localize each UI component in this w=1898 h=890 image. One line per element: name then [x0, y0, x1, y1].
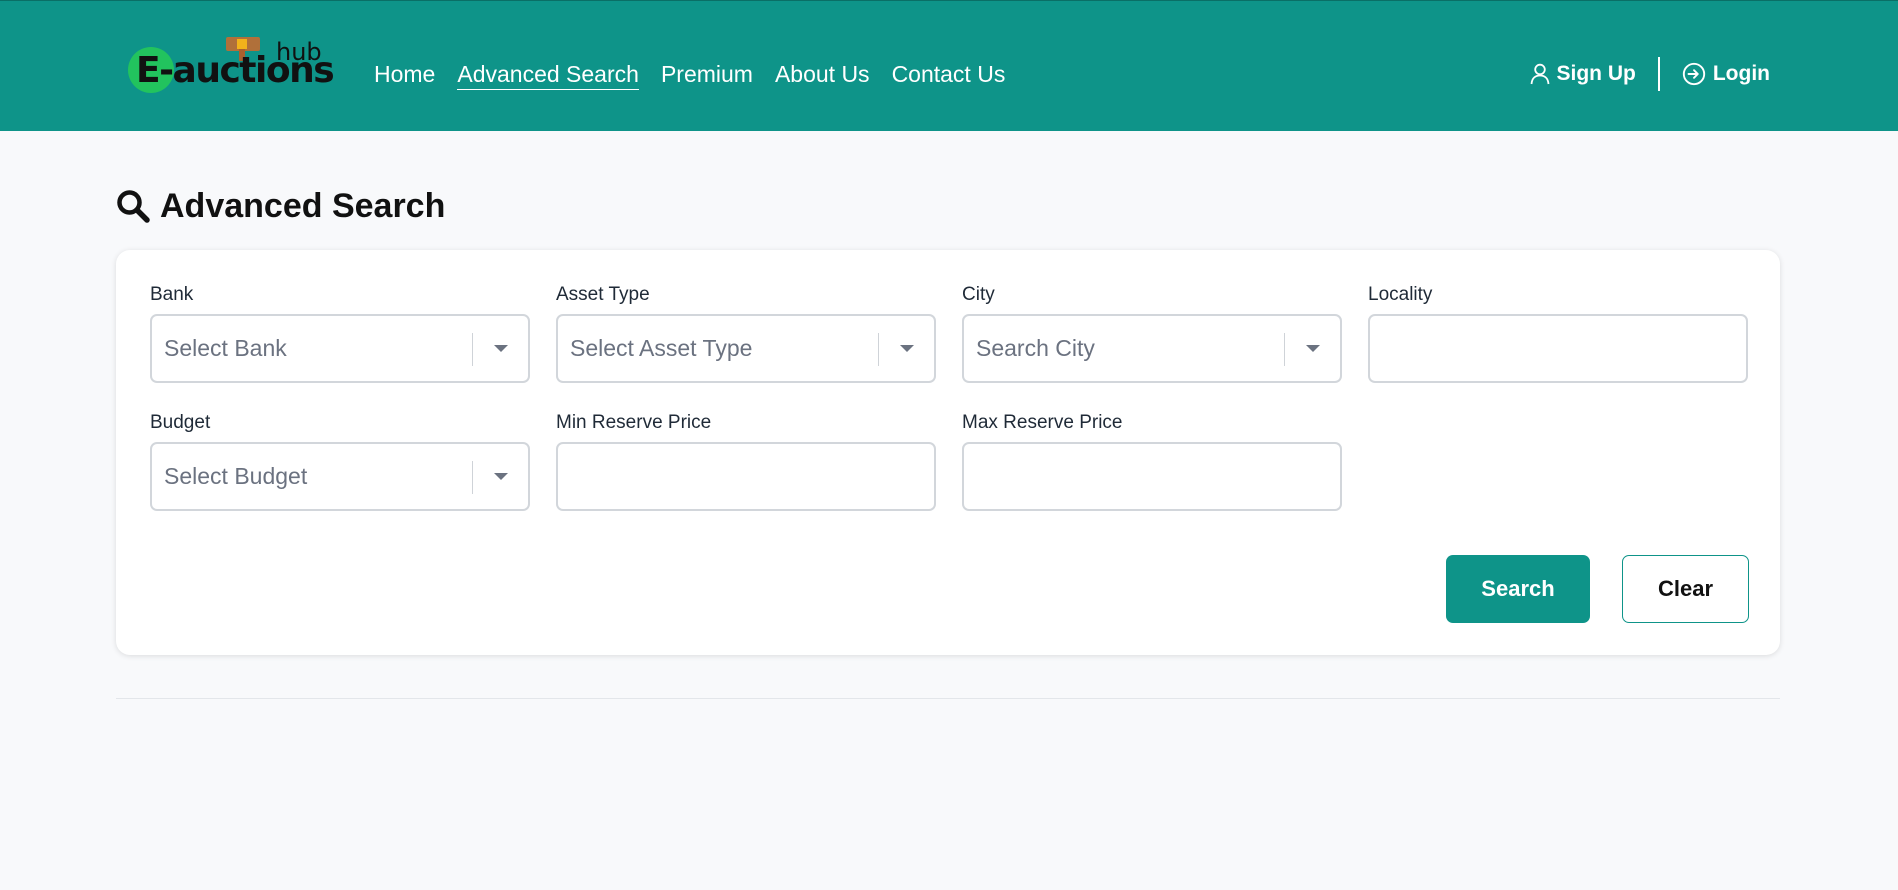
search-icon: [117, 190, 150, 223]
sign-up-label: Sign Up: [1556, 62, 1636, 85]
min-reserve-field: Min Reserve Price: [556, 412, 936, 511]
search-form-card: Bank Select Bank Asset Type Select Asset…: [116, 250, 1780, 655]
budget-field: Budget Select Budget: [150, 412, 530, 511]
bank-field: Bank Select Bank: [150, 284, 530, 383]
section-divider: [116, 698, 1780, 699]
city-field: City Search City: [962, 284, 1342, 383]
budget-placeholder: Select Budget: [164, 463, 308, 489]
chevron-down-icon[interactable]: [900, 345, 914, 352]
chevron-down-icon[interactable]: [1306, 345, 1320, 352]
nav-home[interactable]: Home: [374, 59, 435, 90]
max-reserve-field: Max Reserve Price: [962, 412, 1342, 511]
asset-type-label: Asset Type: [556, 284, 650, 305]
asset-type-field: Asset Type Select Asset Type: [556, 284, 936, 383]
login-label: Login: [1712, 62, 1770, 85]
select-divider: [1284, 333, 1285, 366]
bank-select[interactable]: Select Bank: [150, 314, 530, 383]
chevron-down-icon[interactable]: [494, 473, 508, 480]
clear-button[interactable]: Clear: [1622, 555, 1749, 623]
page-title: Advanced Search: [116, 186, 445, 226]
top-header: E-auctions hub Home Advanced Search Prem…: [0, 0, 1898, 131]
city-select[interactable]: Search City: [962, 314, 1342, 383]
min-reserve-label: Min Reserve Price: [556, 412, 712, 433]
max-reserve-input[interactable]: [962, 442, 1342, 511]
search-button[interactable]: Search: [1446, 555, 1590, 623]
page-heading: Advanced Search: [160, 187, 446, 225]
login-icon: [1682, 62, 1705, 86]
nav-about-us[interactable]: About Us: [775, 59, 870, 90]
main-nav: Home Advanced Search Premium About Us Co…: [374, 59, 1027, 90]
locality-input[interactable]: [1368, 314, 1748, 383]
locality-label: Locality: [1368, 284, 1433, 305]
bank-placeholder: Select Bank: [164, 335, 287, 361]
asset-type-select[interactable]: Select Asset Type: [556, 314, 936, 383]
nav-premium[interactable]: Premium: [661, 59, 753, 90]
login-link[interactable]: Login: [1682, 62, 1770, 86]
select-divider: [878, 333, 879, 366]
logo-sub: hub: [276, 38, 322, 66]
select-divider: [472, 333, 473, 366]
sign-up-link[interactable]: Sign Up: [1530, 62, 1636, 86]
nav-contact-us[interactable]: Contact Us: [892, 59, 1006, 90]
nav-advanced-search[interactable]: Advanced Search: [457, 59, 639, 90]
chevron-down-icon[interactable]: [494, 345, 508, 352]
auth-divider: [1657, 57, 1660, 91]
max-reserve-label: Max Reserve Price: [962, 412, 1123, 433]
select-divider: [472, 461, 473, 494]
site-logo[interactable]: E-auctions hub: [126, 35, 335, 97]
city-placeholder: Search City: [976, 335, 1095, 361]
budget-label: Budget: [150, 412, 211, 433]
locality-field: Locality: [1368, 284, 1748, 383]
bank-label: Bank: [150, 284, 194, 305]
user-icon: [1530, 63, 1549, 85]
auth-links: Sign Up Login: [1530, 57, 1770, 91]
asset-type-placeholder: Select Asset Type: [570, 335, 753, 361]
budget-select[interactable]: Select Budget: [150, 442, 530, 511]
city-label: City: [962, 284, 995, 305]
min-reserve-input[interactable]: [556, 442, 936, 511]
